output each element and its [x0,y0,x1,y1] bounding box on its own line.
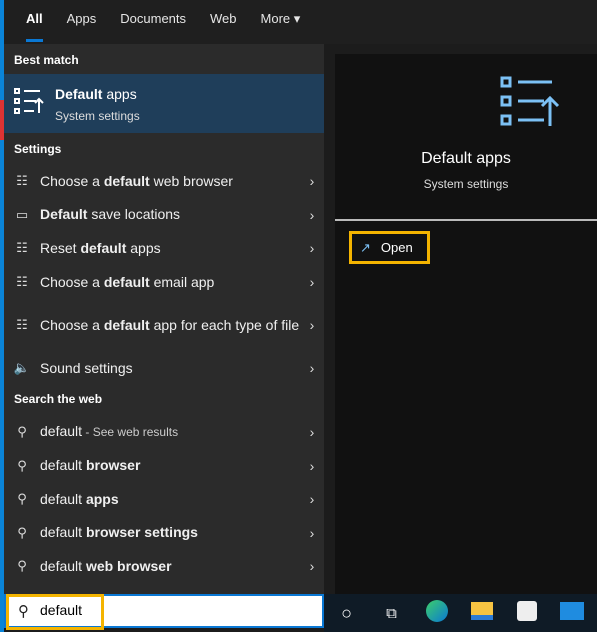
open-label: Open [380,240,413,255]
web-result-item[interactable]: ⚲ default browser › [4,449,324,482]
chevron-right-icon: › [309,457,315,474]
title-bold: Default [55,86,103,102]
item-label: Sound settings [40,359,133,376]
item-label: Choose a default email app [40,273,215,290]
web-result-item[interactable]: ⚲ default - See web results › [4,415,324,449]
chevron-right-icon: › [309,240,315,256]
search-icon: ⚲ [17,558,27,573]
settings-header: Settings [14,142,62,156]
list-icon: ☷ [16,173,28,188]
web-result-item[interactable]: ⚲ default web browser › [4,549,324,583]
web-header: Search the web [14,392,103,406]
open-button[interactable]: ↗ Open [349,231,430,264]
open-icon: ↗ [360,239,371,255]
cortana-icon[interactable]: ○ [324,603,369,624]
chevron-right-icon: › [309,274,315,290]
settings-item[interactable]: ▭ Default save locations › [4,198,324,231]
chevron-right-icon: › [309,558,315,574]
item-label: Choose a default app for each type of fi… [40,316,300,333]
web-result-item[interactable]: ⚲ default browser settings › [4,516,324,549]
title-rest: apps [102,86,137,102]
item-label: Default save locations [40,206,181,222]
best-match-header: Best match [14,53,79,67]
item-label: default browser [40,457,141,473]
drive-icon: ▭ [15,206,29,222]
file-explorer-icon[interactable] [459,601,504,625]
web-result-item[interactable]: ⚲ default apps › [4,482,324,516]
item-label: Choose a default web browser [40,172,233,189]
chevron-right-icon: › [309,360,315,376]
item-label: default apps [40,490,119,507]
tab-more[interactable]: More ▾ [249,0,313,44]
list-icon: ☷ [16,274,28,289]
settings-item[interactable]: ☷ Choose a default app for each type of … [4,299,324,351]
preview-panel: Default apps System settings ↗ Open [335,54,597,594]
divider [335,219,597,221]
item-label: default browser settings [40,524,198,540]
settings-item[interactable]: ☷ Choose a default web browser › [4,164,324,198]
search-icon: ⚲ [17,424,27,439]
default-apps-icon [14,88,44,114]
chevron-right-icon: › [309,206,315,223]
item-label: default - See web results [40,423,179,439]
tab-apps[interactable]: Apps [55,0,109,44]
results-panel: Best match Default apps System settings … [4,44,324,594]
best-match-subtitle: System settings [55,109,140,123]
search-box[interactable]: ⚲ [4,594,324,630]
chevron-right-icon: › [309,524,315,541]
search-icon: ⚲ [17,457,27,473]
item-label: default web browser [40,557,172,574]
edge-icon[interactable] [414,599,459,627]
tab-documents[interactable]: Documents [108,0,198,44]
task-view-icon[interactable]: ⧉ [369,605,414,622]
item-label: Reset default apps [40,239,161,256]
taskbar: ○ ⧉ [324,594,597,632]
chevron-right-icon: › [309,491,315,507]
default-apps-icon [500,76,560,126]
search-input[interactable] [40,602,240,618]
preview-subtitle: System settings [423,177,509,191]
chevron-right-icon: › [309,173,315,189]
list-icon: ☷ [16,317,28,332]
list-icon: ☷ [16,240,28,255]
search-icon: ⚲ [17,491,27,506]
preview-title: Default apps [421,150,511,167]
settings-item[interactable]: ☷ Choose a default email app › [4,265,324,299]
store-icon[interactable] [504,600,549,626]
speaker-icon: 🔈 [13,360,31,375]
settings-item[interactable]: 🔈 Sound settings › [4,351,324,385]
settings-item[interactable]: ☷ Reset default apps › [4,231,324,265]
search-icon: ⚲ [17,524,27,540]
tab-all[interactable]: All [14,0,55,44]
best-match-default-apps[interactable]: Default apps System settings [4,74,324,133]
search-icon: ⚲ [18,603,29,620]
mail-icon[interactable] [549,601,594,625]
chevron-right-icon: › [309,424,315,440]
filter-tabs: All Apps Documents Web More ▾ [4,0,597,44]
tab-web[interactable]: Web [198,0,249,44]
chevron-right-icon: › [309,317,315,333]
